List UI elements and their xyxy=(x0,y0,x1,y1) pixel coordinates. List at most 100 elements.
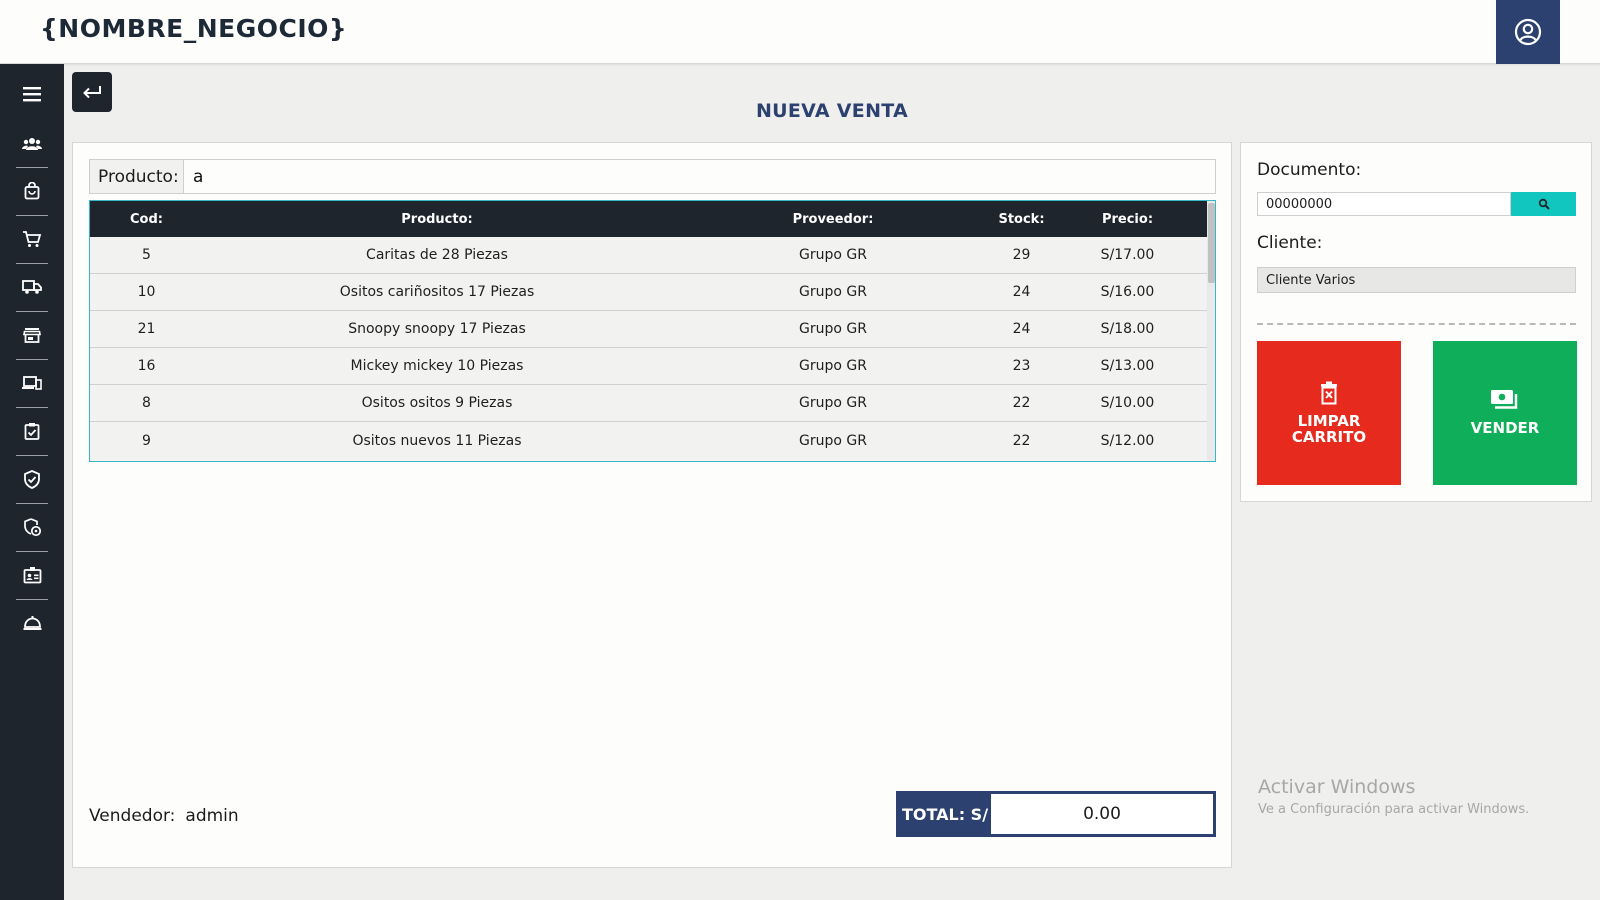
cell-stock: 22 xyxy=(1012,432,1031,449)
cell-stock: 29 xyxy=(1012,247,1031,263)
watermark-subtitle: Ve a Configuración para activar Windows. xyxy=(1258,802,1530,817)
total-label: TOTAL: S/ xyxy=(899,794,991,834)
cell-producto: Caritas de 28 Piezas xyxy=(366,247,508,263)
sidebar-divider xyxy=(16,599,48,600)
sale-panel: Producto: a Cod: Producto: Proveedor: St… xyxy=(72,142,1232,868)
top-bar: {NOMBRE_NEGOCIO} xyxy=(0,0,1600,64)
product-search: Producto: a xyxy=(89,159,1216,194)
cell-producto: Mickey mickey 10 Piezas xyxy=(350,358,524,374)
store-icon[interactable] xyxy=(16,319,48,351)
cell-precio: S/10.00 xyxy=(1100,395,1155,411)
truck-icon[interactable] xyxy=(16,271,48,303)
user-circle-icon xyxy=(1514,18,1542,46)
bell-icon[interactable] xyxy=(16,607,48,639)
cell-proveedor: Grupo GR xyxy=(799,321,867,337)
users-icon[interactable] xyxy=(16,128,48,160)
cell-precio: S/12.00 xyxy=(1100,432,1155,449)
return-arrow-icon xyxy=(83,86,101,99)
sidebar-divider xyxy=(16,311,48,312)
cash-icon xyxy=(1491,390,1518,409)
customer-panel: Documento: 00000000 Cliente: Cliente Var… xyxy=(1240,142,1592,502)
total-box: TOTAL: S/ 0.00 xyxy=(896,791,1216,837)
id-badge-icon[interactable] xyxy=(16,559,48,591)
document-search-button[interactable] xyxy=(1511,192,1576,216)
devices-icon[interactable] xyxy=(16,367,48,399)
table-row[interactable]: 21 Snoopy snoopy 17 Piezas Grupo GR 24 S… xyxy=(90,311,1207,348)
user-account-button[interactable] xyxy=(1496,0,1560,64)
cell-cod: 16 xyxy=(137,358,156,374)
cell-proveedor: Grupo GR xyxy=(799,395,867,411)
column-header-producto: Producto: xyxy=(401,211,473,227)
table-row[interactable]: 5 Caritas de 28 Piezas Grupo GR 29 S/17.… xyxy=(90,237,1207,274)
cell-precio: S/13.00 xyxy=(1100,358,1155,374)
cell-producto: Ositos nuevos 11 Piezas xyxy=(352,432,522,449)
cell-proveedor: Grupo GR xyxy=(799,358,867,374)
sidebar-divider xyxy=(16,215,48,216)
shopping-bag-icon[interactable] xyxy=(16,175,48,207)
table-row[interactable]: 16 Mickey mickey 10 Piezas Grupo GR 23 S… xyxy=(90,348,1207,385)
cart-icon[interactable] xyxy=(16,223,48,255)
clear-cart-label-2: CARRITO xyxy=(1291,428,1367,446)
cell-producto: Ositos ositos 9 Piezas xyxy=(361,395,513,411)
dashed-divider xyxy=(1257,323,1576,325)
menu-icon[interactable] xyxy=(16,78,48,110)
clipboard-check-icon[interactable] xyxy=(16,415,48,447)
column-header-cod: Cod: xyxy=(130,211,163,227)
scrollbar-thumb[interactable] xyxy=(1208,203,1215,283)
cell-producto: Snoopy snoopy 17 Piezas xyxy=(348,321,526,337)
table-header: Cod: Producto: Proveedor: Stock: Precio: xyxy=(90,201,1207,237)
cell-stock: 24 xyxy=(1012,284,1031,300)
sidebar-divider xyxy=(16,359,48,360)
search-icon xyxy=(1538,198,1550,210)
client-field: Cliente Varios xyxy=(1257,267,1576,293)
sidebar-divider xyxy=(16,551,48,552)
product-results-table: Cod: Producto: Proveedor: Stock: Precio:… xyxy=(89,200,1216,462)
sidebar-divider xyxy=(16,503,48,504)
clear-cart-button[interactable]: LIMPAR CARRITO xyxy=(1257,341,1401,485)
seller-info: Vendedor: admin xyxy=(89,806,239,826)
cell-cod: 8 xyxy=(142,395,151,411)
table-row[interactable]: 9 Ositos nuevos 11 Piezas Grupo GR 22 S/… xyxy=(90,422,1207,459)
sell-label: VENDER xyxy=(1470,419,1540,437)
total-value: 0.00 xyxy=(991,794,1213,834)
sidebar-divider xyxy=(16,167,48,168)
shield-check-icon[interactable] xyxy=(16,463,48,495)
clear-cart-label-1: LIMPAR xyxy=(1297,412,1361,430)
watermark-title: Activar Windows xyxy=(1258,776,1416,798)
sell-button[interactable]: VENDER xyxy=(1433,341,1577,485)
results-scrollbar[interactable] xyxy=(1207,201,1215,461)
cell-producto: Ositos cariñositos 17 Piezas xyxy=(339,284,535,300)
document-input[interactable]: 00000000 xyxy=(1257,192,1511,216)
trash-icon xyxy=(1321,381,1337,405)
column-header-proveedor: Proveedor: xyxy=(792,211,874,227)
seller-name: admin xyxy=(185,806,239,826)
cell-stock: 23 xyxy=(1012,358,1031,374)
page-title: NUEVA VENTA xyxy=(755,100,909,122)
sidebar-divider xyxy=(16,407,48,408)
cell-cod: 9 xyxy=(142,432,151,449)
brand-name: {NOMBRE_NEGOCIO} xyxy=(40,14,348,43)
product-search-label: Producto: xyxy=(90,160,184,193)
windows-activation-watermark: Activar Windows Ve a Configuración para … xyxy=(1258,776,1529,817)
cell-stock: 22 xyxy=(1012,395,1031,411)
cell-precio: S/18.00 xyxy=(1100,321,1155,337)
cell-proveedor: Grupo GR xyxy=(799,247,867,263)
table-row[interactable]: 10 Ositos cariñositos 17 Piezas Grupo GR… xyxy=(90,274,1207,311)
cell-precio: S/16.00 xyxy=(1100,284,1155,300)
cell-stock: 24 xyxy=(1012,321,1031,337)
column-header-precio: Precio: xyxy=(1101,211,1154,227)
seller-label: Vendedor: xyxy=(89,806,176,826)
product-search-input[interactable]: a xyxy=(184,160,1215,193)
cell-proveedor: Grupo GR xyxy=(799,284,867,300)
table-row[interactable]: 8 Ositos ositos 9 Piezas Grupo GR 22 S/1… xyxy=(90,385,1207,422)
cell-cod: 5 xyxy=(142,247,151,263)
column-header-stock: Stock: xyxy=(998,211,1045,227)
cell-cod: 10 xyxy=(137,284,156,300)
cell-proveedor: Grupo GR xyxy=(799,432,867,449)
sidebar-divider xyxy=(16,455,48,456)
settings-shield-icon[interactable] xyxy=(16,511,48,543)
sidebar xyxy=(0,64,64,900)
cell-precio: S/17.00 xyxy=(1100,247,1155,263)
sidebar-divider xyxy=(16,263,48,264)
client-label: Cliente: xyxy=(1257,233,1323,253)
